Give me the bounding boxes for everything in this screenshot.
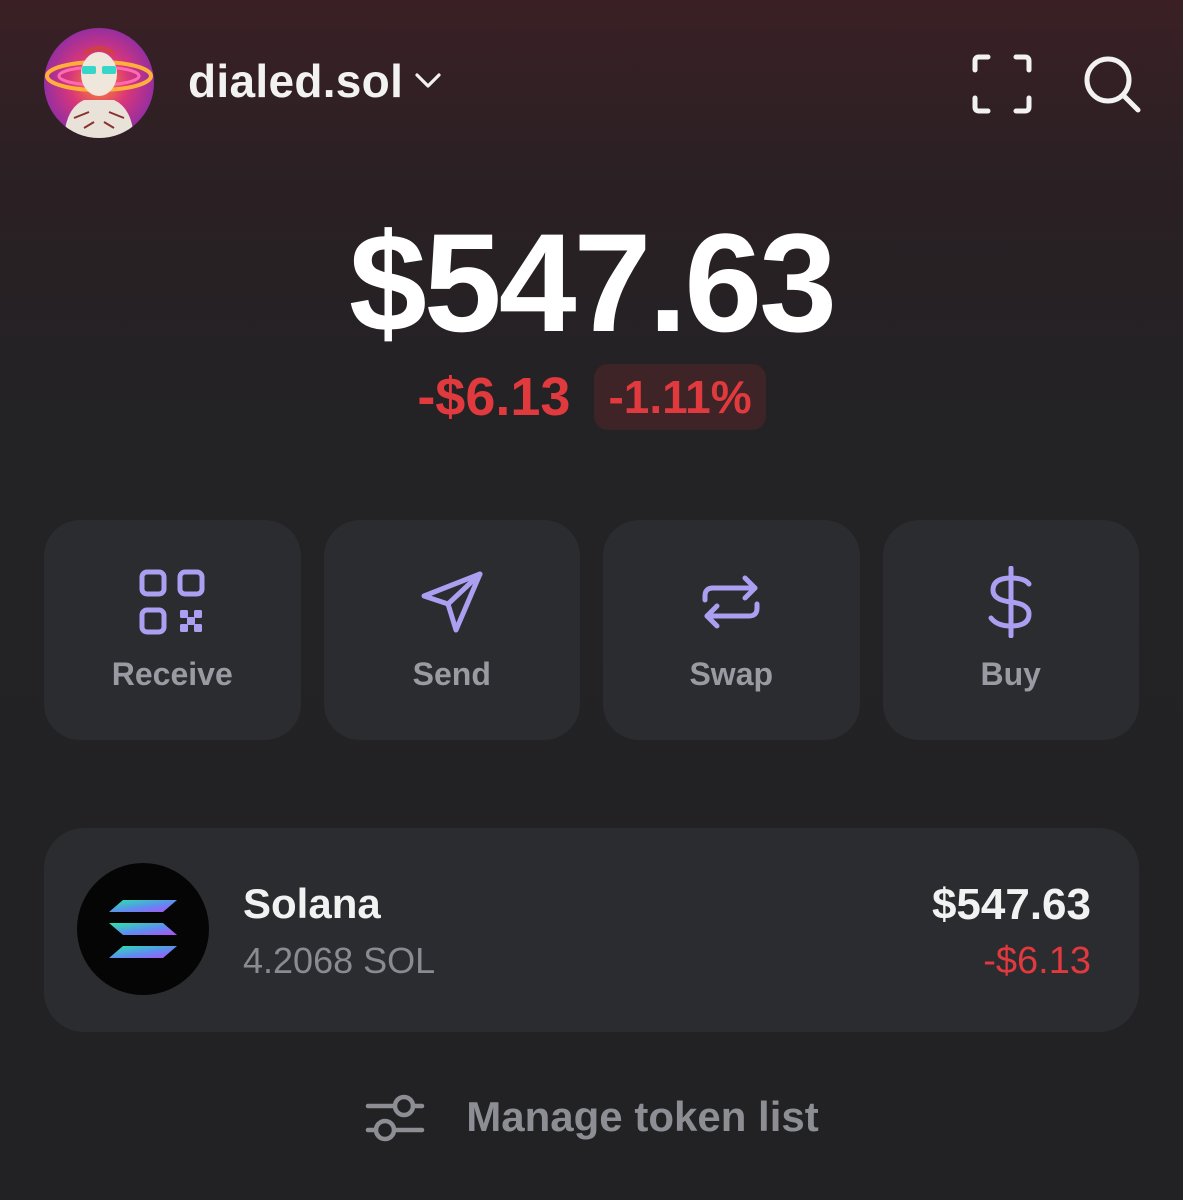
total-balance: $547.63 [348,204,837,361]
buy-button[interactable]: Buy [882,520,1139,740]
dollar-icon [988,566,1032,638]
swap-label: Swap [689,656,774,692]
token-name: Solana [243,880,381,927]
token-change: -$6.13 [983,940,1091,982]
send-label: Send [412,656,491,692]
header: dialed.sol [0,0,1183,170]
balance-change-percent-badge: -1.11% [594,364,766,430]
token-row-solana[interactable]: Solana 4.2068 SOL $547.63 -$6.13 [44,828,1139,1032]
send-icon [421,571,483,633]
qr-code-icon [139,569,205,635]
swap-button[interactable]: Swap [603,520,860,740]
swap-icon [702,575,760,629]
account-switcher[interactable]: dialed.sol [188,54,445,108]
sliders-icon [366,1094,425,1142]
action-buttons: Receive Send Swap Buy [44,520,1139,740]
scan-icon[interactable] [970,52,1034,116]
account-name: dialed.sol [188,55,404,107]
search-icon[interactable] [1080,52,1144,116]
account-avatar[interactable] [44,28,154,138]
token-amount: 4.2068 SOL [243,940,436,981]
balance-change: -$6.13 -1.11% [0,364,1183,430]
send-button[interactable]: Send [323,520,580,740]
buy-label: Buy [980,656,1041,692]
balance-change-usd: -$6.13 [417,367,571,427]
receive-label: Receive [111,656,233,692]
manage-token-list-button[interactable]: Manage token list [0,1086,1183,1148]
manage-token-list-label: Manage token list [466,1093,819,1140]
chevron-down-icon [415,73,441,88]
token-value: $547.63 [931,880,1091,929]
solana-logo-icon [77,863,209,995]
receive-button[interactable]: Receive [44,520,301,740]
